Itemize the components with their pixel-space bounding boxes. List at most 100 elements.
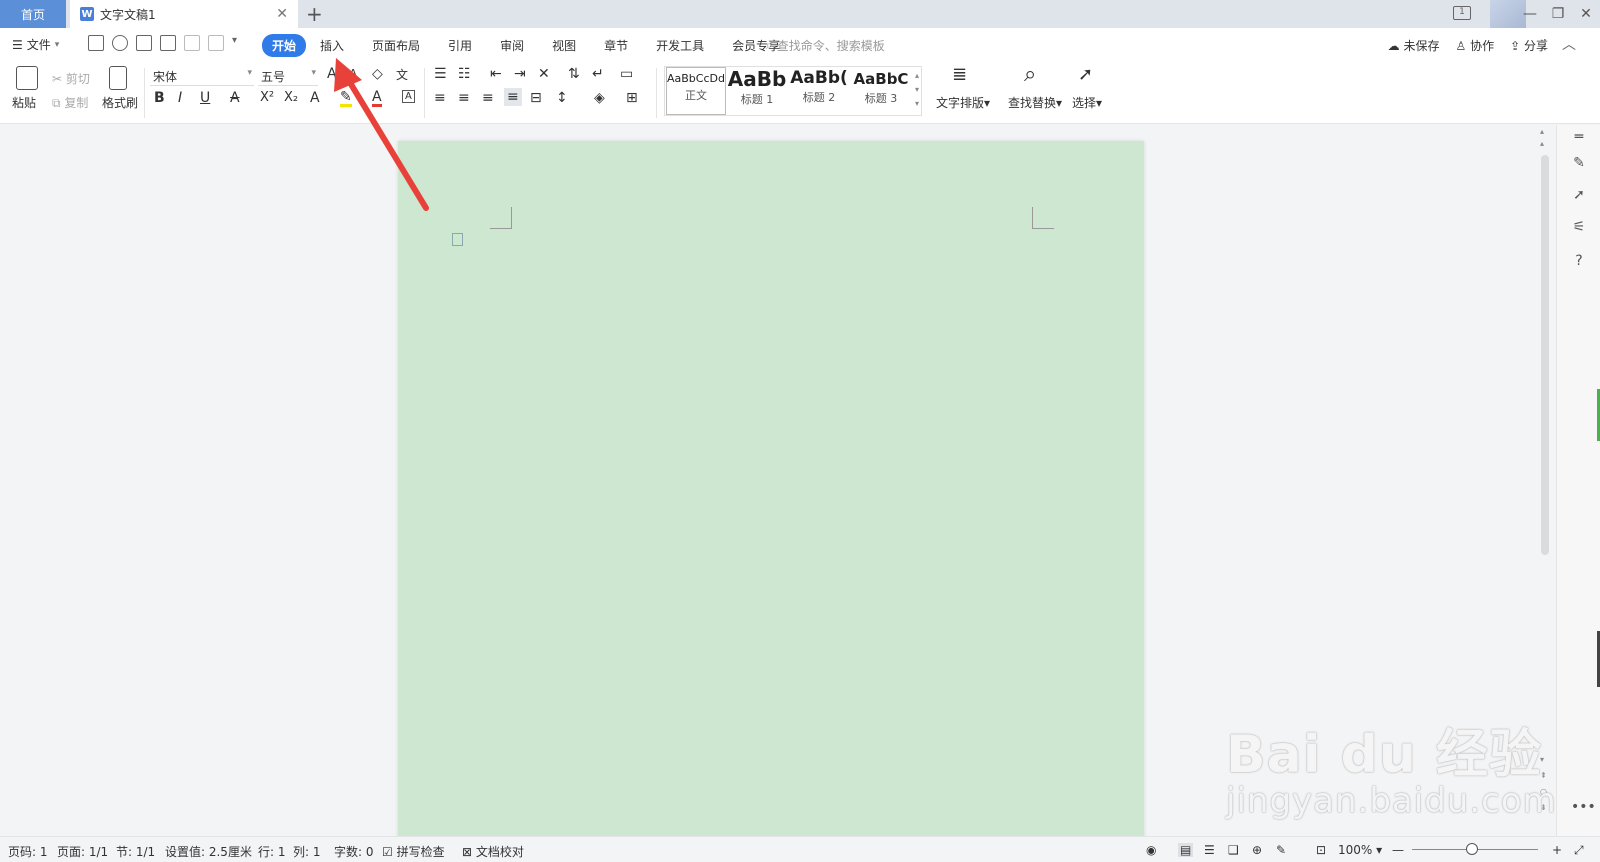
scroll-top-icon[interactable]: ▴: [1540, 139, 1544, 148]
minimize-icon[interactable]: —: [1516, 6, 1544, 22]
status-setting[interactable]: 设置值: 2.5厘米: [165, 843, 252, 860]
style-heading-3[interactable]: AaBbC 标题 3: [851, 67, 911, 115]
char-border-icon[interactable]: A: [402, 90, 415, 103]
pinyin-icon[interactable]: 文: [396, 66, 408, 83]
decrease-indent-icon[interactable]: ⇤: [490, 66, 502, 82]
more-icon[interactable]: •••: [1571, 799, 1596, 815]
redo-icon[interactable]: [208, 35, 224, 51]
unsaved-button[interactable]: ☁ 未保存: [1388, 37, 1440, 54]
command-search-input[interactable]: ⌕ 查找命令、搜索模板: [766, 37, 885, 54]
shrink-font-icon[interactable]: A: [349, 67, 357, 81]
fit-page-icon[interactable]: ⊡: [1316, 843, 1326, 857]
collaborate-button[interactable]: ♙ 协作: [1456, 37, 1495, 54]
shading-icon[interactable]: ◈: [594, 90, 605, 106]
print-icon[interactable]: [136, 35, 152, 51]
cut-button[interactable]: ✂ 剪切: [52, 70, 90, 87]
line-spacing-icon[interactable]: ↕: [556, 90, 568, 106]
italic-icon[interactable]: I: [178, 90, 182, 106]
underline-icon[interactable]: U: [200, 90, 210, 106]
text-effect-icon[interactable]: A: [310, 90, 320, 106]
page-view-icon[interactable]: ▤: [1178, 843, 1194, 857]
file-menu-button[interactable]: ☰ 文件 ▾: [12, 36, 59, 53]
font-name-select[interactable]: 宋体: [150, 68, 254, 86]
font-size-select[interactable]: 五号: [258, 68, 318, 86]
find-replace-icon[interactable]: ⌕: [1024, 62, 1036, 87]
tab-references[interactable]: 引用: [434, 34, 486, 57]
strikethrough-icon[interactable]: A: [230, 90, 240, 106]
align-center-icon[interactable]: ≡: [458, 90, 470, 106]
paragraph-layout-icon[interactable]: [452, 233, 463, 246]
align-right-icon[interactable]: ≡: [482, 90, 494, 106]
status-word-count[interactable]: 字数: 0: [334, 843, 374, 860]
tab-document[interactable]: W 文字文稿1 ✕: [70, 0, 298, 28]
customize-toolbar-icon[interactable]: ▾: [232, 35, 248, 51]
tab-page-layout[interactable]: 页面布局: [358, 34, 434, 57]
tab-review[interactable]: 审阅: [486, 34, 538, 57]
justify-icon[interactable]: ≡: [504, 88, 522, 106]
copy-button[interactable]: ⧉ 复制: [52, 94, 88, 111]
tab-developer[interactable]: 开发工具: [642, 34, 718, 57]
document-page[interactable]: [398, 141, 1144, 836]
paste-button[interactable]: 粘贴: [12, 94, 36, 111]
outline-view-icon[interactable]: ☰: [1204, 843, 1215, 857]
show-marks-icon[interactable]: ↵: [592, 66, 604, 82]
distribute-icon[interactable]: ⊟: [530, 90, 542, 106]
align-left-icon[interactable]: ≡: [434, 90, 446, 106]
bold-icon[interactable]: B: [154, 90, 165, 106]
tab-insert[interactable]: 插入: [306, 34, 358, 57]
settings-sliders-icon[interactable]: ⚟: [1571, 219, 1587, 235]
select-button[interactable]: 选择▾: [1072, 94, 1102, 111]
superscript-icon[interactable]: X²: [260, 90, 274, 105]
borders-icon[interactable]: ⊞: [626, 90, 638, 106]
sort-icon[interactable]: ⇅: [568, 66, 580, 82]
numbered-list-icon[interactable]: ☷: [458, 66, 471, 82]
clear-format-icon[interactable]: ◇: [372, 66, 383, 82]
new-tab-button[interactable]: +: [306, 2, 323, 26]
paste-icon[interactable]: [16, 66, 38, 90]
status-section[interactable]: 节: 1/1: [116, 843, 155, 860]
chinese-layout-icon[interactable]: ✕: [538, 66, 550, 82]
panel-handle-icon[interactable]: ═: [1571, 129, 1587, 145]
zoom-out-icon[interactable]: —: [1392, 843, 1404, 857]
print-preview-icon[interactable]: [160, 35, 176, 51]
text-layout-button[interactable]: 文字排版▾: [936, 94, 990, 111]
output-pdf-icon[interactable]: [112, 35, 128, 51]
eye-protection-icon[interactable]: ◉: [1146, 843, 1156, 857]
text-layout-icon[interactable]: ≣: [952, 64, 967, 85]
find-replace-button[interactable]: 查找替换▾: [1008, 94, 1062, 111]
select-cursor-icon[interactable]: ➚: [1078, 64, 1093, 85]
status-row[interactable]: 行: 1: [258, 843, 286, 860]
zoom-in-icon[interactable]: +: [1552, 843, 1562, 857]
increase-indent-icon[interactable]: ⇥: [514, 66, 526, 82]
subscript-icon[interactable]: X₂: [284, 90, 298, 105]
style-gallery-scroll-icon[interactable]: ▴ ▾ ▾: [915, 69, 919, 111]
select-pointer-icon[interactable]: ➚: [1571, 187, 1587, 203]
zoom-level[interactable]: 100% ▾: [1338, 843, 1382, 857]
tab-home[interactable]: 首页: [0, 0, 66, 28]
zoom-slider-knob[interactable]: [1466, 843, 1478, 855]
spell-check-button[interactable]: ☑ 拼写检查: [382, 843, 445, 860]
format-painter-icon[interactable]: [109, 66, 127, 90]
highlight-icon[interactable]: ✎: [340, 90, 352, 107]
bullet-list-icon[interactable]: ☰: [434, 66, 447, 82]
more-options-icon[interactable]: ⋮︿: [1538, 34, 1586, 54]
status-col[interactable]: 列: 1: [293, 843, 321, 860]
web-view-icon[interactable]: ⊕: [1252, 843, 1262, 857]
help-icon[interactable]: ?: [1571, 253, 1587, 269]
edit-pen-icon[interactable]: ✎: [1571, 155, 1587, 171]
tab-chapter[interactable]: 章节: [590, 34, 642, 57]
close-window-icon[interactable]: ✕: [1572, 6, 1600, 22]
ruler-icon[interactable]: ▭: [620, 66, 633, 82]
tab-start[interactable]: 开始: [262, 34, 307, 57]
reader-mode-icon[interactable]: 1: [1453, 6, 1471, 20]
grow-font-icon[interactable]: A: [327, 66, 337, 82]
style-heading-2[interactable]: AaBb( 标题 2: [789, 67, 849, 115]
reading-view-icon[interactable]: ❑: [1228, 843, 1239, 857]
tab-view[interactable]: 视图: [538, 34, 590, 57]
doc-proof-button[interactable]: ⊠ 文档校对: [462, 843, 524, 860]
status-pages[interactable]: 页面: 1/1: [57, 843, 108, 860]
scroll-up-icon[interactable]: ▴: [1540, 127, 1544, 136]
undo-icon[interactable]: [184, 35, 200, 51]
close-tab-icon[interactable]: ✕: [276, 6, 288, 22]
style-heading-1[interactable]: AaBb 标题 1: [727, 67, 787, 115]
